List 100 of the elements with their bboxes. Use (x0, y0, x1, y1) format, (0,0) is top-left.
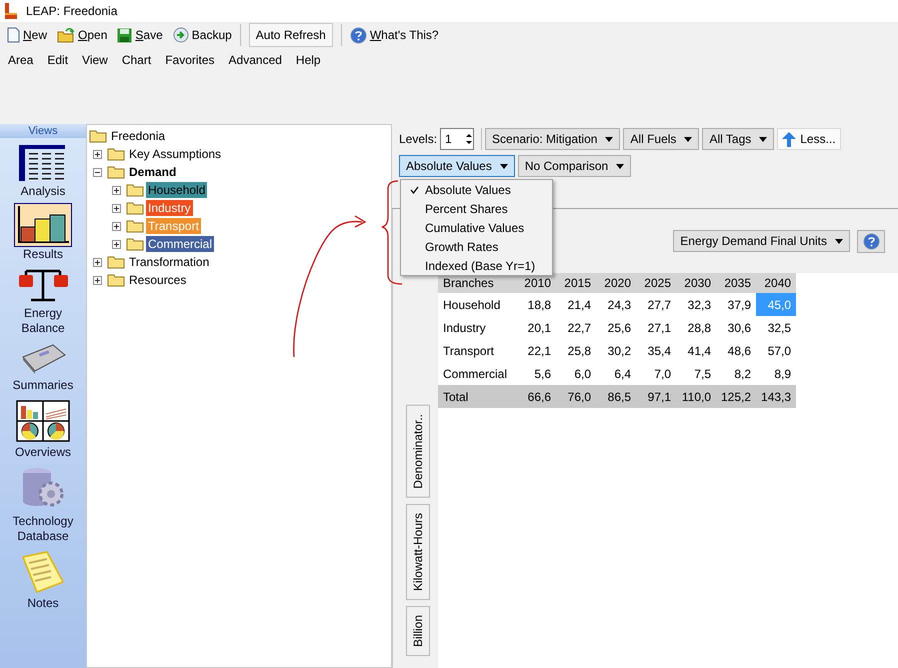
table-cell[interactable]: 41,4 (676, 339, 716, 362)
table-cell[interactable]: 21,4 (556, 293, 596, 316)
table-cell[interactable]: 37,9 (716, 293, 756, 316)
table-cell[interactable]: 6,4 (596, 362, 636, 385)
table-cell[interactable]: 25,6 (596, 316, 636, 339)
table-cell[interactable]: 22,7 (556, 316, 596, 339)
expand-icon[interactable] (93, 258, 102, 266)
units-dropdown[interactable]: Energy Demand Final Units (673, 230, 850, 252)
table-cell[interactable]: 25,8 (556, 339, 596, 362)
table-cell[interactable]: 76,0 (556, 385, 596, 408)
view-label[interactable]: Technology Database (3, 514, 83, 544)
table-cell[interactable]: 20,1 (516, 316, 556, 339)
tree-item[interactable]: Key Assumptions (127, 146, 224, 162)
table-cell[interactable]: 143,3 (756, 385, 796, 408)
folder-icon (107, 255, 125, 269)
table-cell[interactable]: 7,5 (676, 362, 716, 385)
side-tab[interactable]: Kilowatt-Hours (406, 504, 430, 600)
view-label[interactable]: Results (22, 247, 63, 262)
table-cell[interactable]: 24,3 (596, 293, 636, 316)
table-cell[interactable]: 27,7 (636, 293, 676, 316)
table-cell[interactable]: 8,2 (716, 362, 756, 385)
table-cell[interactable]: 22,1 (516, 339, 556, 362)
row-label[interactable]: Household (438, 293, 516, 316)
collapse-icon[interactable] (93, 168, 102, 176)
row-label[interactable]: Commercial (438, 362, 516, 385)
view-label[interactable]: Notes (27, 596, 59, 611)
menu-item[interactable]: Favorites (165, 53, 215, 67)
row-label[interactable]: Industry (438, 316, 516, 339)
toolbar-button[interactable]: What's This? (348, 23, 441, 47)
expand-icon[interactable] (112, 222, 121, 230)
side-tab[interactable]: Billion (406, 606, 430, 656)
filter-dropdown[interactable]: All Fuels (623, 128, 700, 150)
menu-item[interactable]: Chart (122, 53, 152, 67)
table-cell[interactable]: 30,6 (716, 316, 756, 339)
folder-icon (126, 237, 144, 251)
filter-dropdown[interactable]: All Tags (702, 128, 774, 150)
table-cell[interactable]: 6,0 (556, 362, 596, 385)
tree-item[interactable]: Freedonia (109, 128, 168, 144)
table-cell[interactable]: 125,2 (716, 385, 756, 408)
toolbar-button[interactable]: Open (55, 23, 110, 47)
caret-icon (605, 136, 614, 142)
tree-item[interactable]: Industry (146, 200, 193, 216)
table-cell[interactable]: 32,5 (756, 316, 796, 339)
toolbar-button[interactable]: Backup (170, 23, 234, 47)
view-label[interactable]: Summaries (12, 378, 74, 393)
view-label[interactable]: Energy Balance (3, 306, 83, 336)
table-cell[interactable]: 97,1 (636, 385, 676, 408)
auto-refresh-toggle[interactable]: Auto Refresh (248, 23, 333, 47)
column-header: 2030 (676, 273, 716, 293)
expand-icon[interactable] (112, 240, 121, 248)
menu-option[interactable]: Cumulative Values (425, 220, 524, 234)
folder-icon (107, 273, 125, 287)
table-cell[interactable]: 35,4 (636, 339, 676, 362)
view-label[interactable]: Overviews (14, 445, 71, 460)
table-cell[interactable]: 66,6 (516, 385, 556, 408)
menu-item[interactable]: Help (296, 53, 321, 67)
table-cell[interactable]: 32,3 (676, 293, 716, 316)
menu-option[interactable]: Absolute Values (425, 182, 511, 196)
expand-icon[interactable] (93, 276, 102, 284)
less-button[interactable]: Less... (777, 128, 841, 150)
side-tab[interactable]: Denominator.. (406, 405, 430, 498)
table-cell[interactable]: 7,0 (636, 362, 676, 385)
tree-item[interactable]: Demand (127, 164, 178, 180)
tree-item[interactable]: Commercial (146, 236, 214, 252)
display-dropdown[interactable]: Absolute Values (399, 155, 515, 177)
menu-item[interactable]: Advanced (228, 53, 282, 67)
menu-item[interactable]: Edit (47, 53, 68, 67)
caret-icon (759, 136, 768, 142)
menu-item[interactable]: View (82, 53, 108, 67)
document-icon (7, 27, 20, 43)
row-label[interactable]: Total (438, 385, 516, 408)
expand-icon[interactable] (112, 186, 121, 194)
table-cell[interactable]: 48,6 (716, 339, 756, 362)
tree-item[interactable]: Transformation (127, 254, 212, 270)
row-label[interactable]: Transport (438, 339, 516, 362)
menu-item[interactable]: Area (8, 53, 34, 67)
tree-item[interactable]: Resources (127, 272, 188, 288)
toolbar-button[interactable]: New (5, 23, 50, 47)
display-dropdown[interactable]: No Comparison (518, 155, 632, 177)
table-cell[interactable]: 110,0 (676, 385, 716, 408)
filter-dropdown[interactable]: Scenario: Mitigation (485, 128, 620, 150)
table-cell[interactable]: 8,9 (756, 362, 796, 385)
help-button[interactable] (857, 230, 885, 252)
table-cell[interactable]: 18,8 (516, 293, 556, 316)
expand-icon[interactable] (93, 150, 102, 158)
view-label[interactable]: Analysis (20, 184, 66, 199)
table-cell[interactable]: 27,1 (636, 316, 676, 339)
table-cell[interactable]: 86,5 (596, 385, 636, 408)
table-cell[interactable]: 28,8 (676, 316, 716, 339)
levels-spinner[interactable]: 1 (440, 128, 474, 150)
expand-icon[interactable] (112, 204, 121, 212)
table-cell[interactable]: 57,0 (756, 339, 796, 362)
menu-option[interactable]: Indexed (Base Yr=1) (425, 258, 536, 272)
table-cell[interactable]: 5,6 (516, 362, 556, 385)
toolbar-button[interactable]: Save (115, 23, 165, 47)
table-cell[interactable]: 30,2 (596, 339, 636, 362)
tree-item[interactable]: Household (146, 182, 208, 198)
menu-option[interactable]: Growth Rates (425, 240, 498, 254)
menu-option[interactable]: Percent Shares (425, 202, 508, 216)
view-button[interactable] (14, 203, 72, 247)
